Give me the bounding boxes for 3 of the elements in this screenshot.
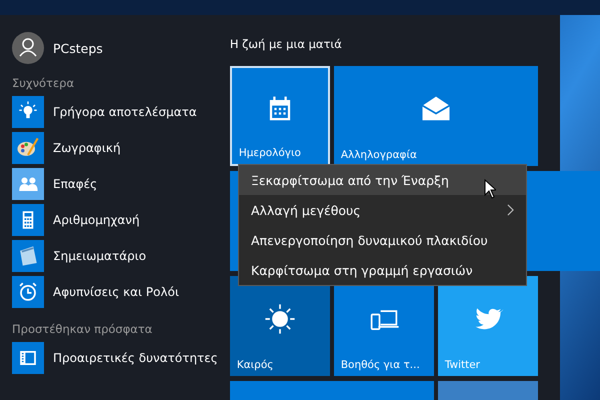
section-heading: Προστέθηκαν πρόσφατα: [12, 322, 154, 336]
section-heading: Συχνότερα: [12, 76, 76, 90]
tile-group-title: Η ζωή με μια ματιά: [230, 37, 343, 51]
